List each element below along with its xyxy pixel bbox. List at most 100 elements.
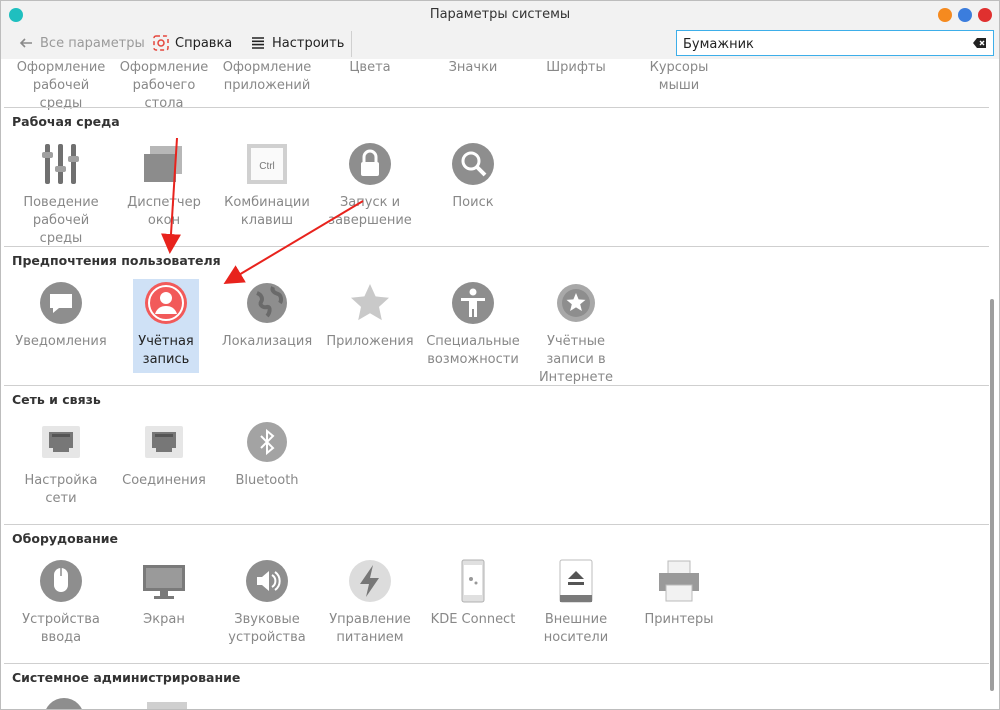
tile-window-manager[interactable]: Диспетчер окон [114, 140, 214, 230]
module-tile[interactable]: Курсоры мыши [629, 59, 729, 95]
tile-label: Устройства ввода [22, 612, 100, 645]
back-label: Все параметры [40, 35, 145, 51]
tile-power-management[interactable]: Управление питанием [320, 557, 420, 647]
mouse-icon [40, 560, 82, 602]
section-network: Сеть и связь Настройка сети Соединения B… [4, 385, 989, 524]
tile-connections[interactable]: Соединения [114, 418, 214, 490]
tile-label: Соединения [122, 473, 206, 488]
lifebuoy-icon [153, 35, 169, 51]
configure-button[interactable]: Настроить [250, 35, 344, 51]
online-accounts-icon [557, 284, 595, 322]
help-button[interactable]: Справка [153, 35, 232, 51]
tile-label: Цвета [349, 60, 391, 75]
svg-text:Ctrl: Ctrl [259, 161, 275, 172]
tile-label: Оформление рабочей среды [16, 60, 106, 111]
tile-workspace-behavior[interactable]: Поведение рабочей среды [11, 140, 111, 248]
tile-localization[interactable]: Локализация [217, 279, 317, 351]
tile-label: Поведение рабочей среды [23, 195, 99, 246]
tile-label: KDE Connect [430, 612, 516, 627]
tile-label: Bluetooth [235, 473, 299, 488]
settings-window: Параметры системы Все параметры Справка … [0, 0, 1000, 710]
tile-startup-shutdown[interactable]: Запуск и завершение [320, 140, 420, 230]
tile-printers[interactable]: Принтеры [629, 557, 729, 629]
tile-label: Внешние носители [543, 612, 609, 645]
tile-label: Комбинации клавиш [224, 195, 310, 228]
search-field[interactable] [676, 30, 994, 56]
back-button[interactable]: Все параметры [18, 35, 145, 51]
power-icon [349, 560, 391, 602]
tile-input-devices[interactable]: Устройства ввода [11, 557, 111, 647]
section-title: Системное администрирование [12, 670, 241, 685]
monitor-icon [143, 565, 185, 599]
tile-label: Управление питанием [329, 612, 411, 645]
menu-lines-icon [252, 37, 264, 49]
eject-drive-icon [559, 559, 593, 603]
tile-label: Настройка сети [24, 473, 98, 506]
tile-label: Уведомления [15, 334, 107, 349]
bluetooth-icon [247, 422, 287, 462]
tile-network-settings[interactable]: Настройка сети [11, 418, 111, 508]
tile-label: Диспетчер окон [127, 195, 201, 228]
tile-accessibility[interactable]: Специальные возможности [423, 279, 523, 369]
tile-label: Звуковые устройства [228, 612, 306, 645]
search-input[interactable] [681, 32, 965, 56]
tile-kde-connect[interactable]: KDE Connect [423, 557, 523, 629]
help-label: Справка [175, 35, 233, 51]
tile-audio-devices[interactable]: Звуковые устройства [217, 557, 317, 647]
speaker-icon [246, 560, 288, 602]
section-personalization: Предпочтения пользователя Уведомления Уч… [4, 246, 989, 385]
tile-label: Запуск и завершение [328, 195, 412, 228]
section-system-administration: Системное администрирование [4, 663, 989, 709]
tile-online-accounts[interactable]: Учётные записи в Интернете [526, 279, 626, 387]
tile-search[interactable]: Поиск [423, 140, 523, 212]
globe-icon [247, 283, 287, 323]
tile-label: Шрифты [546, 60, 606, 75]
tile-label: Оформление приложений [222, 60, 312, 93]
toolbar-separator [351, 31, 352, 57]
tile-label: Значки [448, 60, 498, 75]
arrow-left-icon [19, 38, 32, 48]
tile-label: Учётные записи в Интернете [538, 334, 614, 385]
network-port-icon [42, 426, 80, 458]
search-icon [452, 143, 494, 185]
tile-user-account[interactable]: Учётная запись [133, 279, 199, 373]
partial-module-icon [147, 702, 187, 709]
tile-label: Экран [143, 612, 185, 627]
module-tile[interactable]: Оформление рабочей среды [11, 59, 111, 113]
close-button[interactable] [978, 8, 992, 22]
clear-search-icon[interactable] [973, 36, 987, 50]
maximize-button[interactable] [958, 8, 972, 22]
tile-shortcuts[interactable]: Ctrl Комбинации клавиш [217, 140, 317, 230]
appearance-row-partial: Оформление рабочей среды Оформление рабо… [4, 59, 989, 111]
tile-display[interactable]: Экран [114, 557, 214, 629]
scrollbar[interactable] [990, 299, 994, 691]
user-account-icon [145, 282, 187, 324]
tile-label: Принтеры [644, 612, 714, 627]
tile-label: Приложения [326, 334, 414, 349]
section-title: Рабочая среда [12, 114, 120, 129]
sliders-icon [42, 144, 79, 184]
module-tile[interactable]: Значки [423, 59, 523, 77]
notification-icon [40, 282, 82, 324]
tile-bluetooth[interactable]: Bluetooth [217, 418, 317, 490]
partial-module-icon [46, 698, 82, 709]
minimize-button[interactable] [938, 8, 952, 22]
section-title: Оборудование [12, 531, 118, 546]
accessibility-icon [452, 282, 494, 324]
configure-label: Настроить [272, 35, 345, 51]
printer-icon [659, 560, 699, 602]
tile-label: Специальные возможности [426, 334, 520, 367]
module-tile[interactable]: Шрифты [526, 59, 626, 77]
section-hardware: Оборудование Устройства ввода Экран Звук… [4, 524, 989, 663]
title-bar[interactable]: Параметры системы [1, 1, 999, 29]
section-title: Предпочтения пользователя [12, 253, 221, 268]
tile-notifications[interactable]: Уведомления [11, 279, 111, 351]
keyboard-ctrl-icon: Ctrl [247, 144, 287, 184]
tile-removable-storage[interactable]: Внешние носители [526, 557, 626, 647]
module-tile[interactable]: Оформление приложений [217, 59, 317, 95]
window-title: Параметры системы [429, 7, 571, 22]
module-tile[interactable]: Цвета [320, 59, 420, 77]
tile-applications[interactable]: Приложения [320, 279, 420, 351]
settings-content: Оформление рабочей среды Оформление рабо… [4, 59, 995, 709]
module-tile[interactable]: Оформление рабочего стола [114, 59, 214, 113]
